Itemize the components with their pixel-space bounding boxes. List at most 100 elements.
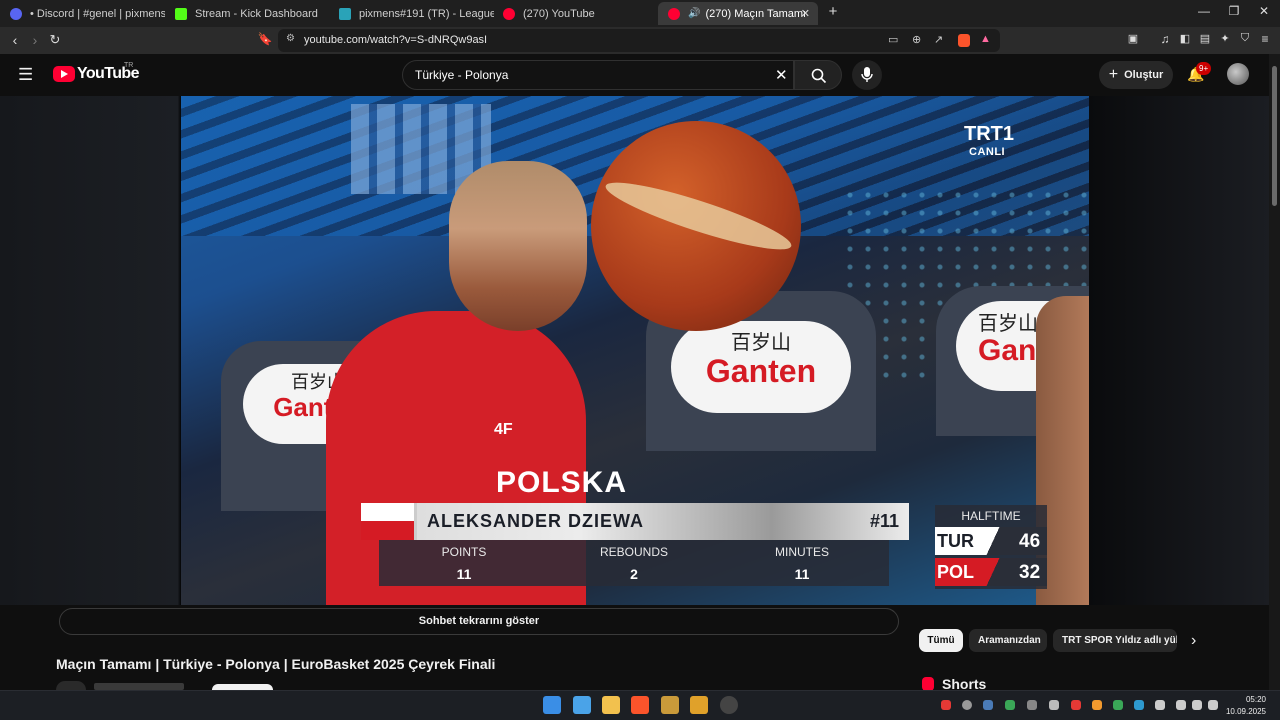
game-app-icon[interactable] [690,696,708,714]
score-row-tur: TUR 46 [935,527,1047,555]
league-client-icon[interactable] [661,696,679,714]
forward-icon[interactable]: › [26,32,44,48]
windows-taskbar: 05:20 10.09.2025 [0,690,1280,720]
video-frame[interactable]: 百岁山 Ganten 百岁山 Ganten 百岁山 Ganten POLSKA … [181,96,1089,605]
scoreboard: HALFTIME TUR 46 POL 32 [935,505,1047,589]
network-icon[interactable] [1176,700,1186,710]
new-tab-button[interactable]: + [823,3,843,20]
site-info-icon[interactable]: ⚙ [286,33,295,44]
search-input[interactable]: Türkiye - Polonya ✕ [402,60,794,90]
wallet-icon[interactable]: ▤ [1196,32,1214,45]
player-number: #11 [869,511,899,531]
browser-tab[interactable]: Stream - Kick Dashboard [165,2,330,25]
browser-tab[interactable]: pixmens#191 (TR) - LeagueOfGraphs [329,2,494,25]
browser-tab-active[interactable]: 🔊 (270) Maçın Tamamı | Türkiye ✕ [658,2,818,25]
stat-value: 11 [456,566,472,582]
basketball [591,121,801,331]
system-clock[interactable]: 05:20 10.09.2025 [1226,694,1266,718]
reload-icon[interactable]: ↻ [46,32,64,48]
team-score: 46 [1019,531,1041,552]
search-button[interactable] [794,60,842,90]
youtube-logo-icon[interactable] [53,66,75,82]
microphone-tray-icon[interactable] [1155,700,1165,710]
chip-channel-uploads[interactable]: TRT SPOR Yıldız adlı yük [1053,629,1177,652]
brave-browser-icon[interactable] [631,696,649,714]
tray-app-icon[interactable] [1134,700,1144,710]
tray-app-icon[interactable] [1092,700,1102,710]
brave-shields-icon[interactable] [958,34,970,47]
vpn-icon[interactable]: ⛉ [1236,32,1254,45]
brave-rewards-icon[interactable]: ▲ [980,33,991,45]
share-icon[interactable]: ↗ [934,33,943,46]
tray-app-icon[interactable] [941,700,951,710]
cast-icon[interactable]: ▭ [888,33,898,46]
tray-app-icon[interactable] [1049,700,1059,710]
nvidia-tray-icon[interactable] [1005,700,1015,710]
tray-app-icon[interactable] [962,700,972,710]
guide-menu-icon[interactable]: ☰ [18,65,33,85]
volume-icon[interactable] [1192,700,1202,710]
zoom-icon[interactable]: ⊕ [912,33,921,46]
clear-search-icon[interactable]: ✕ [775,66,788,84]
jersey-text: POLSKA [496,466,628,499]
tray-app-icon[interactable] [1027,700,1037,710]
minimize-button[interactable]: — [1194,4,1214,18]
tab-label: • Discord | #genel | pixmens [30,7,165,20]
sidebar-icon[interactable]: ▣ [1124,32,1142,45]
avatar[interactable] [1227,63,1249,85]
panel-icon[interactable]: ◧ [1176,32,1194,45]
create-button[interactable]: + Oluştur [1099,61,1173,89]
tab-label: (270) YouTube [523,7,595,20]
speaker-icon: 🔊 [688,8,701,19]
jersey-brand-text: 4F [494,421,513,438]
voice-search-button[interactable] [852,60,882,90]
team-code: TUR [937,531,974,551]
channel-avatar[interactable] [56,681,86,690]
player-stats-panel: POINTS 11 REBOUNDS 2 MINUTES 11 [379,540,889,586]
bookmark-icon[interactable]: 🔖 [256,32,274,46]
chip-all[interactable]: Tümü [919,629,963,652]
restore-button[interactable]: ❐ [1224,4,1244,18]
leo-ai-icon[interactable]: ✦ [1216,32,1234,45]
photos-app-icon[interactable] [573,696,591,714]
stat-value: 2 [630,566,638,582]
clock-date: 10.09.2025 [1225,707,1266,716]
game-period: HALFTIME [961,509,1021,523]
browser-tab-strip: • Discord | #genel | pixmens Stream - Ki… [0,0,1280,27]
browser-toolbar: ‹ › ↻ 🔖 ⚙ youtube.com/watch?v=S-dNRQw9as… [0,27,1280,54]
search-icon [811,68,827,84]
windows-start-icon[interactable] [543,696,561,714]
close-window-button[interactable]: ✕ [1254,4,1274,18]
player-head [449,161,587,331]
sponsor-text: Ganten [705,353,817,389]
tray-app-icon[interactable] [1071,700,1081,710]
player-name-bar: ALEKSANDER DZIEWA #11 [361,503,909,540]
close-tab-icon[interactable]: ✕ [801,7,810,20]
browser-tab[interactable]: (270) YouTube [493,2,658,25]
tab-label: Stream - Kick Dashboard [195,7,318,20]
scrollbar-thumb[interactable] [1272,66,1277,206]
address-bar[interactable]: ⚙ youtube.com/watch?v=S-dNRQw9asI ▭ ⊕ ↗ … [278,29,1000,52]
score-row-pol: POL 32 [935,558,1047,586]
channel-name[interactable] [94,683,184,690]
microphone-icon [861,67,873,82]
poland-flag-icon [361,503,417,540]
show-chat-replay-button[interactable]: Sohbet tekrarını göster [59,608,899,635]
battery-icon[interactable] [1208,700,1218,710]
video-title: Maçın Tamamı | Türkiye - Polonya | EuroB… [56,656,496,672]
browser-tab[interactable]: • Discord | #genel | pixmens [0,2,165,25]
trt1-logo: TRT1 [964,123,1014,146]
file-explorer-icon[interactable] [602,696,620,714]
team-code: POL [937,562,975,582]
obs-studio-icon[interactable] [720,696,738,714]
stat-value: 11 [794,566,810,582]
tray-app-icon[interactable] [1113,700,1123,710]
menu-icon[interactable]: ≡ [1256,32,1274,46]
chip-from-search[interactable]: Aramanızdan [969,629,1047,652]
back-icon[interactable]: ‹ [6,32,24,48]
music-icon[interactable]: ♫ [1156,32,1174,46]
kick-icon [175,7,187,20]
steam-tray-icon[interactable] [983,700,993,710]
url-text: youtube.com/watch?v=S-dNRQw9asI [304,34,488,46]
chevron-right-icon[interactable]: › [1191,632,1196,650]
